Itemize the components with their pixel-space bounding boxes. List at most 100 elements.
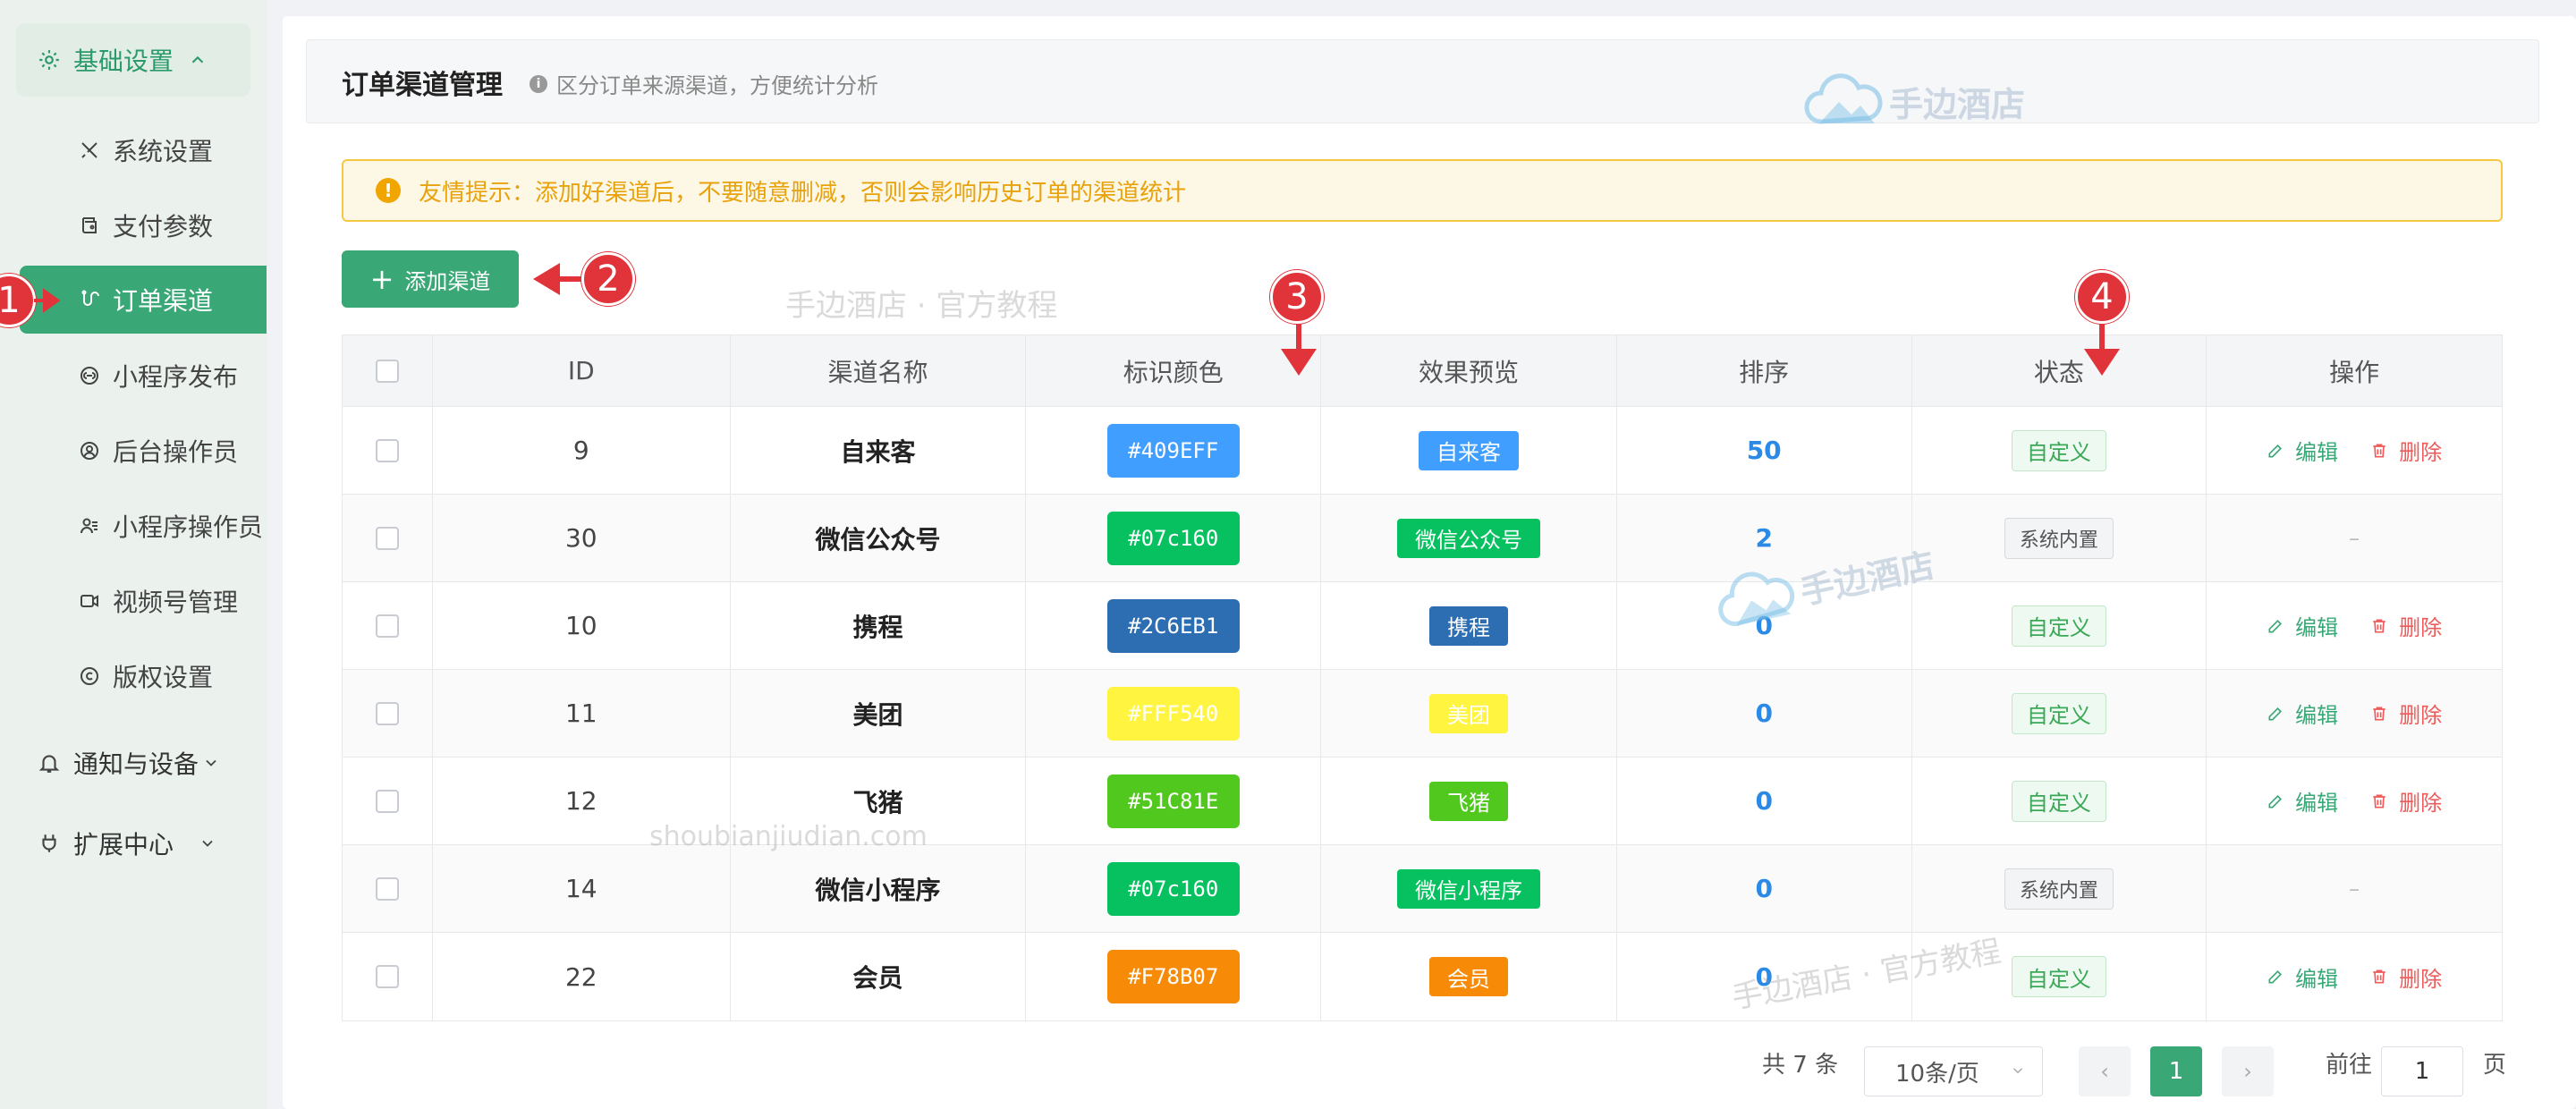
sidebar-item-admin-operators[interactable]: 后台操作员 [0,417,267,485]
sidebar-item-video-channel[interactable]: 视频号管理 [0,567,267,635]
table-row: 10 携程 #2C6EB1 携程 0 自定义 编辑 删除 [343,582,2502,670]
row-checkbox[interactable] [375,965,399,988]
chevron-down-icon [202,754,220,772]
sort-value[interactable]: 0 [1755,698,1772,728]
sort-value[interactable]: 0 [1755,786,1772,816]
cell-preview: 自来客 [1321,407,1617,494]
page-size-select[interactable]: 10条/页 [1864,1046,2043,1096]
gear-icon [36,47,63,73]
row-checkbox-cell [343,495,433,581]
column-header-id: ID [433,335,731,406]
sort-value[interactable]: 50 [1747,436,1782,465]
row-checkbox[interactable] [375,614,399,638]
column-header-preview: 效果预览 [1321,335,1617,406]
row-checkbox[interactable] [375,789,399,813]
edit-button[interactable]: 编辑 [2267,610,2338,641]
cell-id: 14 [433,845,731,932]
delete-button[interactable]: 删除 [2370,698,2442,729]
cell-channel-name: 携程 [731,582,1027,669]
cell-id: 22 [433,933,731,1020]
row-checkbox-cell [343,670,433,757]
cell-id: 11 [433,670,731,757]
sidebar-group-notify-devices[interactable]: 通知与设备 [16,726,250,800]
goto-page-input[interactable]: 1 [2381,1046,2463,1096]
trash-icon [2373,619,2385,632]
cell-color: #FFF540 [1026,670,1322,757]
select-all-checkbox[interactable] [375,359,399,383]
step-marker-3: 3 [1270,270,1324,324]
pagination-total: 共 7 条 [1762,1052,1839,1079]
delete-button[interactable]: 删除 [2370,610,2442,641]
row-checkbox[interactable] [375,438,399,462]
row-checkbox-cell [343,933,433,1020]
cell-color: #F78B07 [1026,933,1322,1020]
page-number-current[interactable]: 1 [2150,1046,2202,1096]
edit-label: 编辑 [2295,440,2339,465]
page-subtitle-text: 区分订单来源渠道，方便统计分析 [556,73,878,98]
delete-label: 删除 [2399,791,2443,816]
cell-channel-name: 自来客 [731,407,1027,494]
sidebar-group-basic-settings[interactable]: 基础设置 [16,23,250,97]
sidebar-item-label: 订单渠道 [113,286,214,316]
cell-color: #07c160 [1026,495,1322,581]
delete-button[interactable]: 删除 [2370,961,2442,993]
chevron-down-icon [199,834,216,852]
warning-tip-text: 友情提示：添加好渠道后，不要随意删减，否则会影响历史订单的渠道统计 [419,179,1187,207]
sidebar-item-system-settings[interactable]: 系统设置 [0,116,267,184]
delete-button[interactable]: 删除 [2370,435,2442,466]
row-actions: 编辑 删除 [2267,610,2442,641]
cell-status: 自定义 [1912,670,2207,757]
arrow-right-icon [34,288,61,313]
sidebar-group-extensions[interactable]: 扩展中心 [16,807,250,880]
sort-value[interactable]: 0 [1755,874,1772,903]
status-badge: 系统内置 [2004,517,2114,559]
sidebar-item-payment-params[interactable]: 支付参数 [0,191,267,259]
edit-button[interactable]: 编辑 [2267,961,2338,993]
edit-button[interactable]: 编辑 [2267,435,2338,466]
next-page-button[interactable]: › [2222,1046,2274,1096]
sidebar-item-miniapp-operators[interactable]: 小程序操作员 [0,492,267,560]
cell-status: 自定义 [1912,407,2207,494]
cell-color: #07c160 [1026,845,1322,932]
cell-status: 自定义 [1912,582,2207,669]
delete-label: 删除 [2399,703,2443,728]
cell-preview: 微信公众号 [1321,495,1617,581]
cell-actions: 编辑 删除 [2207,933,2502,1020]
sort-value[interactable]: 2 [1755,523,1772,553]
miniapp-icon [77,363,102,388]
edit-label: 编辑 [2295,791,2339,816]
sidebar-item-label: 版权设置 [113,663,214,692]
chevron-right-icon: › [2243,1059,2252,1084]
add-channel-button[interactable]: + 添加渠道 [342,250,519,308]
no-actions: – [2349,525,2360,551]
delete-label: 删除 [2399,615,2443,640]
channel-icon [77,287,102,312]
table-row: 30 微信公众号 #07c160 微信公众号 2 系统内置 – [343,495,2502,582]
delete-button[interactable]: 删除 [2370,785,2442,817]
sidebar-item-copyright[interactable]: 版权设置 [0,642,267,710]
row-actions: 编辑 删除 [2267,435,2442,466]
delete-label: 删除 [2399,440,2443,465]
cell-actions: 编辑 删除 [2207,758,2502,844]
sidebar-item-miniapp-publish[interactable]: 小程序发布 [0,342,267,410]
watermark-logo: 手边酒店 [1803,72,2025,131]
row-checkbox[interactable] [375,526,399,550]
cell-status: 自定义 [1912,758,2207,844]
watermark-tutorial: 手边酒店 · 官方教程 [785,288,1058,324]
color-swatch: #F78B07 [1106,950,1240,1003]
goto-suffix: 页 [2483,1052,2507,1079]
cell-status: 系统内置 [1912,495,2207,581]
row-checkbox[interactable] [375,876,399,901]
column-header-sort: 排序 [1617,335,1912,406]
column-header-status: 状态 [1912,335,2207,406]
table-row: 11 美团 #FFF540 美团 0 自定义 编辑 删除 [343,670,2502,758]
sidebar-group-label: 通知与设备 [73,749,199,779]
preview-tag: 飞猪 [1428,781,1508,821]
edit-button[interactable]: 编辑 [2267,698,2338,729]
edit-button[interactable]: 编辑 [2267,785,2338,817]
row-checkbox[interactable] [375,701,399,725]
row-checkbox-cell [343,407,433,494]
prev-page-button[interactable]: ‹ [2079,1046,2131,1096]
cloud-icon [1804,73,1883,124]
status-badge: 自定义 [2011,429,2106,471]
